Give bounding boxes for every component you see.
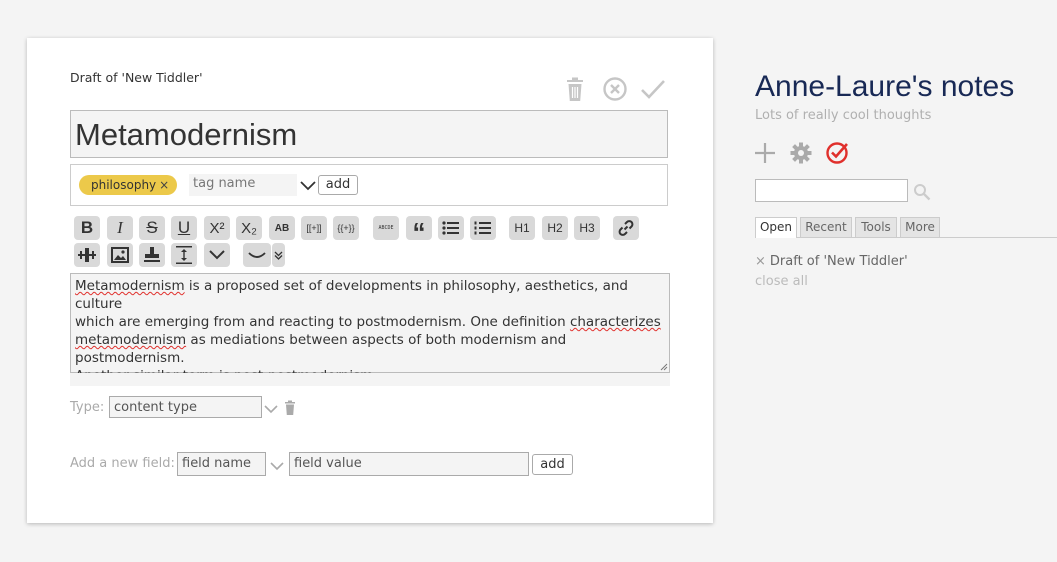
tab-recent[interactable]: Recent [800,217,852,237]
tag-dropdown-chevron-icon[interactable] [298,175,318,195]
tiddler-edit-card: Draft of 'New Tiddler' Metamodernism phi… [27,38,713,523]
tag-name-input[interactable]: tag name [189,174,297,196]
transclude-icon: {{+}} [337,223,355,233]
monospace-icon: ABCDE [378,225,394,231]
body-text-line: metamodernism as mediations between aspe… [75,331,665,367]
link-icon [618,220,634,236]
site-title: Anne-Laure's notes [755,70,1015,103]
heading-3-icon: H3 [579,221,595,235]
draft-title: Draft of 'New Tiddler' [70,70,203,85]
body-text-editor[interactable]: Metamodernism is a proposed set of devel… [70,273,670,384]
tab-open[interactable]: Open [755,217,797,238]
heading-2-button[interactable]: H2 [542,216,568,240]
subscript-button[interactable]: X₂ [236,216,262,240]
field-name-dropdown-icon[interactable] [268,457,286,475]
quote-button[interactable]: “ [406,216,432,245]
misspelled-word: metamodernism [75,332,187,348]
misspelled-word: characterizes [569,314,661,330]
add-field-label: Add a new field: [70,456,175,471]
body-text: Metamodernism is a proposed set of devel… [75,277,665,385]
new-tiddler-plus-icon[interactable] [753,141,777,165]
wikilink-button[interactable]: [[+]] [301,216,327,240]
misspelled-word: Metamodernism [75,278,185,294]
italic-icon: I [117,218,123,237]
control-panel-gear-icon[interactable] [789,141,813,165]
bold-button[interactable]: B [74,216,100,240]
body-text-line: Metamodernism is a proposed set of devel… [75,277,665,313]
stamp-icon [144,247,160,262]
tags-editor: philosophy × tag name add [70,164,668,206]
field-name-input[interactable]: field name [177,452,266,476]
preview-button[interactable] [243,243,271,267]
superscript-icon: X² [209,219,225,237]
open-list-item[interactable]: × Draft of 'New Tiddler' [755,254,908,269]
picture-button[interactable] [107,243,133,267]
wikilink-icon: [[+]] [306,223,322,233]
add-field-button[interactable]: add [532,454,573,475]
open-item-label[interactable]: Draft of 'New Tiddler' [770,254,908,269]
excise-icon [78,248,96,262]
body-text-line: which are emerging from and reacting to … [75,313,665,331]
tab-more[interactable]: More [900,217,940,237]
tag-pill-philosophy: philosophy × [79,175,178,195]
subscript-icon: X₂ [241,219,257,237]
italic-button[interactable]: I [107,216,133,240]
close-all-link[interactable]: close all [755,274,808,289]
quote-icon: “ [412,217,426,247]
smallcaps-icon: AB [274,222,290,234]
chevron-down-small-icon [274,251,283,260]
tab-tools[interactable]: Tools [855,217,897,237]
underline-button[interactable]: U [171,216,197,240]
bullet-list-icon [442,221,459,235]
editor-footer-strip [70,373,670,386]
strikethrough-button[interactable]: S [139,216,165,240]
delete-icon[interactable] [562,76,588,102]
preview-icon [248,252,266,258]
picture-icon [111,247,129,263]
size-button[interactable] [171,243,197,267]
content-type-input[interactable]: content type [109,396,262,418]
numbered-list-button[interactable] [470,216,496,240]
monospace-button[interactable]: ABCDE [373,216,399,240]
sidebar-search-input[interactable] [755,179,908,202]
sidebar-tabs: Open Recent Tools More [755,217,1057,238]
heading-2-icon: H2 [547,221,563,235]
title-input[interactable]: Metamodernism [70,110,668,158]
type-label: Type: [70,400,105,415]
body-text-segment: which are emerging from and reacting to … [75,314,570,330]
bullet-list-button[interactable] [438,216,464,240]
heading-1-icon: H1 [514,221,530,235]
underline-icon: U [177,218,191,237]
content-type-dropdown-icon[interactable] [262,400,280,418]
size-icon [176,246,192,264]
add-tag-button[interactable]: add [318,175,358,195]
excise-button[interactable] [74,243,100,267]
cancel-icon[interactable] [602,76,628,102]
transclude-button[interactable]: {{+}} [333,216,359,240]
stamp-button[interactable] [139,243,165,267]
link-button[interactable] [613,216,639,240]
strikethrough-icon: S [146,218,158,237]
done-check-icon[interactable] [640,76,666,102]
heading-3-button[interactable]: H3 [574,216,600,240]
field-value-input[interactable]: field value [289,452,529,476]
resize-handle-icon[interactable] [660,363,668,371]
bold-icon: B [80,218,94,237]
smallcaps-button[interactable]: AB [269,216,295,240]
save-changes-icon[interactable] [825,141,849,165]
tag-label: philosophy [91,178,157,192]
site-subtitle: Lots of really cool thoughts [755,108,932,123]
preview-type-dropdown[interactable] [272,243,285,267]
tag-remove-icon[interactable]: × [159,178,169,192]
close-item-icon[interactable]: × [755,254,766,269]
superscript-button[interactable]: X² [204,216,230,240]
delete-type-icon[interactable] [283,400,297,416]
more-dropdown-button[interactable] [204,243,230,267]
heading-1-button[interactable]: H1 [509,216,535,240]
search-icon[interactable] [913,183,931,201]
chevron-down-icon [209,250,225,260]
numbered-list-icon [474,221,491,235]
